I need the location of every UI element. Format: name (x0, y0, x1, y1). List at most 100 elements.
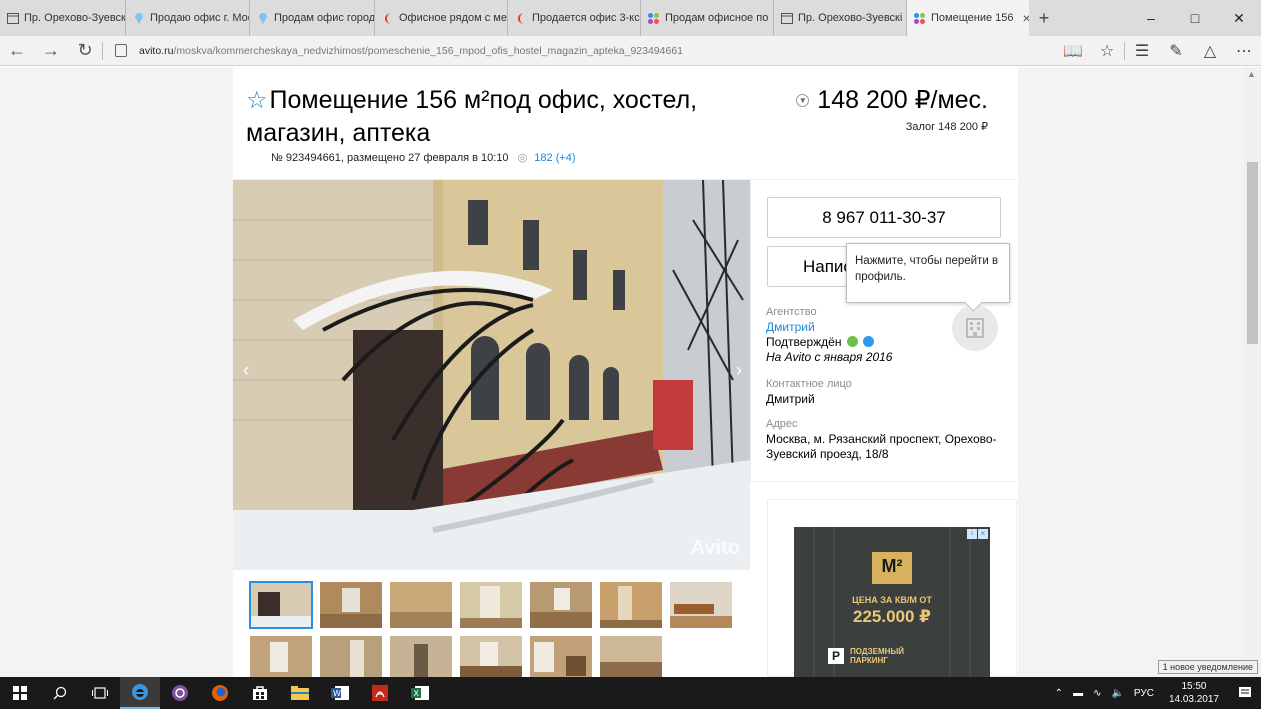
maximize-icon[interactable]: □ (1173, 0, 1217, 36)
ad-banner[interactable]: M² ЦЕНА ЗА КВ/М ОТ 225.000 ₽ P ПОДЗЕМНЫЙ… (767, 499, 1017, 677)
pdf-reader-icon[interactable] (360, 677, 400, 709)
windows-taskbar: W X ⌃ ▬ ∿ 🔈 РУС 15:50 14.03.2017 (0, 677, 1261, 709)
previous-photo-icon[interactable]: ‹ (243, 360, 249, 381)
tab-label: Продам офисное по (665, 12, 769, 24)
flag-icon: ❨ (382, 12, 393, 25)
tab-label: Продаю офис г. Мос (150, 12, 250, 24)
page-scrollbar[interactable]: ▲ (1244, 67, 1261, 677)
thumbnail[interactable] (600, 582, 662, 628)
excel-icon[interactable]: X (400, 677, 440, 709)
browser-tab-1[interactable]: Пр. Орехово-Зуевскі (0, 0, 126, 36)
tab-label: Продам офис город (274, 12, 375, 24)
thumbnail[interactable] (250, 636, 312, 677)
views-count[interactable]: 182 (+4) (534, 152, 575, 164)
hub-icon[interactable]: ☰ (1125, 36, 1159, 66)
phone-button[interactable]: 8 967 011-30-37 (767, 197, 1001, 238)
forward-icon[interactable]: → (34, 36, 68, 66)
more-icon[interactable]: ⋯ (1227, 36, 1261, 66)
start-icon[interactable] (0, 677, 40, 709)
email-verified-icon (863, 336, 875, 347)
clock-time: 15:50 (1181, 681, 1207, 692)
firefox-icon[interactable] (200, 677, 240, 709)
page-viewport: ☆Помещение 156 м²под офис, хостел, магаз… (0, 67, 1261, 677)
contact-person: Контактное лицо Дмитрий (766, 377, 1006, 407)
browser-tab-3[interactable]: Продам офис город (250, 0, 375, 36)
web-note-icon[interactable]: ✎ (1159, 36, 1193, 66)
thumbnail[interactable] (320, 636, 382, 677)
avito-icon (647, 12, 660, 25)
close-icon[interactable]: × (978, 529, 988, 539)
thumbnail[interactable] (249, 581, 313, 629)
chevron-down-icon[interactable]: ▼ (796, 94, 810, 107)
task-view-icon[interactable] (80, 677, 120, 709)
thumbnail[interactable] (460, 636, 522, 677)
avito-watermark: Avito (690, 537, 740, 559)
close-window-icon[interactable]: ✕ (1217, 0, 1261, 36)
browser-tab-2[interactable]: Продаю офис г. Мос (126, 0, 250, 36)
file-explorer-icon[interactable] (280, 677, 320, 709)
listing-meta: № 923494661, размещено 27 февраля в 10:1… (271, 151, 576, 164)
back-icon[interactable]: ← (0, 36, 34, 66)
info-icon[interactable]: i (967, 529, 977, 539)
agency-name-link[interactable]: Дмитрий (766, 320, 1006, 335)
battery-icon[interactable]: ▬ (1073, 688, 1083, 699)
favorite-star-icon[interactable]: ☆ (1090, 36, 1124, 66)
listing-card: ☆Помещение 156 м²под офис, хостел, магаз… (233, 67, 1018, 677)
thumbnail[interactable] (530, 582, 592, 628)
main-photo[interactable]: ‹ › Avito (233, 180, 750, 570)
reading-view-icon[interactable]: 📖 (1056, 36, 1090, 66)
favorite-star-icon[interactable]: ☆ (246, 87, 268, 114)
tab-label: Помещение 156 (931, 12, 1014, 24)
browser-tab-active[interactable]: Помещение 156 × (907, 0, 1029, 36)
verification: Подтверждён (766, 335, 1006, 350)
profile-tooltip: Нажмите, чтобы перейти в профиль. (846, 243, 1010, 303)
thumbnail[interactable] (460, 582, 522, 628)
contact-person-label: Контактное лицо (766, 378, 852, 390)
minimize-icon[interactable]: – (1129, 0, 1173, 36)
edge-browser-icon[interactable] (120, 677, 160, 709)
browser-tab-7[interactable]: Пр. Орехово-Зуевскі (774, 0, 907, 36)
thumbnail[interactable] (390, 636, 452, 677)
volume-icon[interactable]: 🔈 (1111, 688, 1123, 699)
ad-price-caption: ЦЕНА ЗА КВ/М ОТ (852, 595, 932, 605)
new-tab-button[interactable]: + (1029, 0, 1059, 36)
thumbnail[interactable] (320, 582, 382, 628)
clock-date: 14.03.2017 (1168, 694, 1219, 705)
viber-icon[interactable] (160, 677, 200, 709)
browser-tab-5[interactable]: ❨ Продается офис 3-кс (508, 0, 641, 36)
close-tab-icon[interactable]: × (1023, 10, 1030, 26)
chevron-up-icon[interactable]: ⌃ (1055, 688, 1063, 699)
share-icon[interactable]: △ (1193, 36, 1227, 66)
price: ▼ 148 200 ₽/мес. (796, 84, 988, 116)
ad-choices[interactable]: i × (967, 529, 988, 539)
scroll-up-icon[interactable]: ▲ (1247, 69, 1256, 79)
thumbnail[interactable] (390, 582, 452, 628)
pin-icon (256, 12, 269, 25)
listing-title: ☆Помещение 156 м²под офис, хостел, магаз… (246, 84, 766, 149)
thumbnail[interactable] (600, 636, 662, 677)
browser-tab-6[interactable]: Продам офисное по (641, 0, 774, 36)
input-language[interactable]: РУС (1134, 688, 1154, 699)
next-photo-icon[interactable]: › (736, 360, 742, 381)
ad-parking-line1: ПОДЗЕМНЫЙ (850, 647, 905, 656)
ad-image[interactable]: M² ЦЕНА ЗА КВ/М ОТ 225.000 ₽ P ПОДЗЕМНЫЙ… (794, 527, 990, 677)
notification-toast[interactable]: 1 новое уведомление (1157, 660, 1258, 674)
thumbnail[interactable] (530, 636, 592, 677)
clock[interactable]: 15:50 14.03.2017 (1169, 680, 1219, 706)
thumbnail[interactable] (670, 582, 732, 628)
refresh-icon[interactable]: ↻ (68, 36, 102, 66)
listing-number-date: № 923494661, размещено 27 февраля в 10:1… (271, 152, 509, 164)
action-center-icon[interactable] (1229, 677, 1261, 709)
wifi-icon[interactable]: ∿ (1093, 688, 1101, 699)
scrollbar-thumb[interactable] (1247, 162, 1258, 344)
address-bar[interactable]: avito.ru /moskva/kommercheskaya_nedvizhi… (103, 36, 1056, 66)
search-icon[interactable] (40, 677, 80, 709)
page-icon (6, 12, 19, 25)
word-icon[interactable]: W (320, 677, 360, 709)
svg-text:W: W (333, 689, 341, 698)
avito-icon (913, 12, 926, 25)
browser-tab-4[interactable]: ❨ Офисное рядом с ме (375, 0, 508, 36)
store-icon[interactable] (240, 677, 280, 709)
ad-logo: M² (881, 556, 903, 576)
member-since: На Avito с января 2016 (766, 350, 893, 364)
